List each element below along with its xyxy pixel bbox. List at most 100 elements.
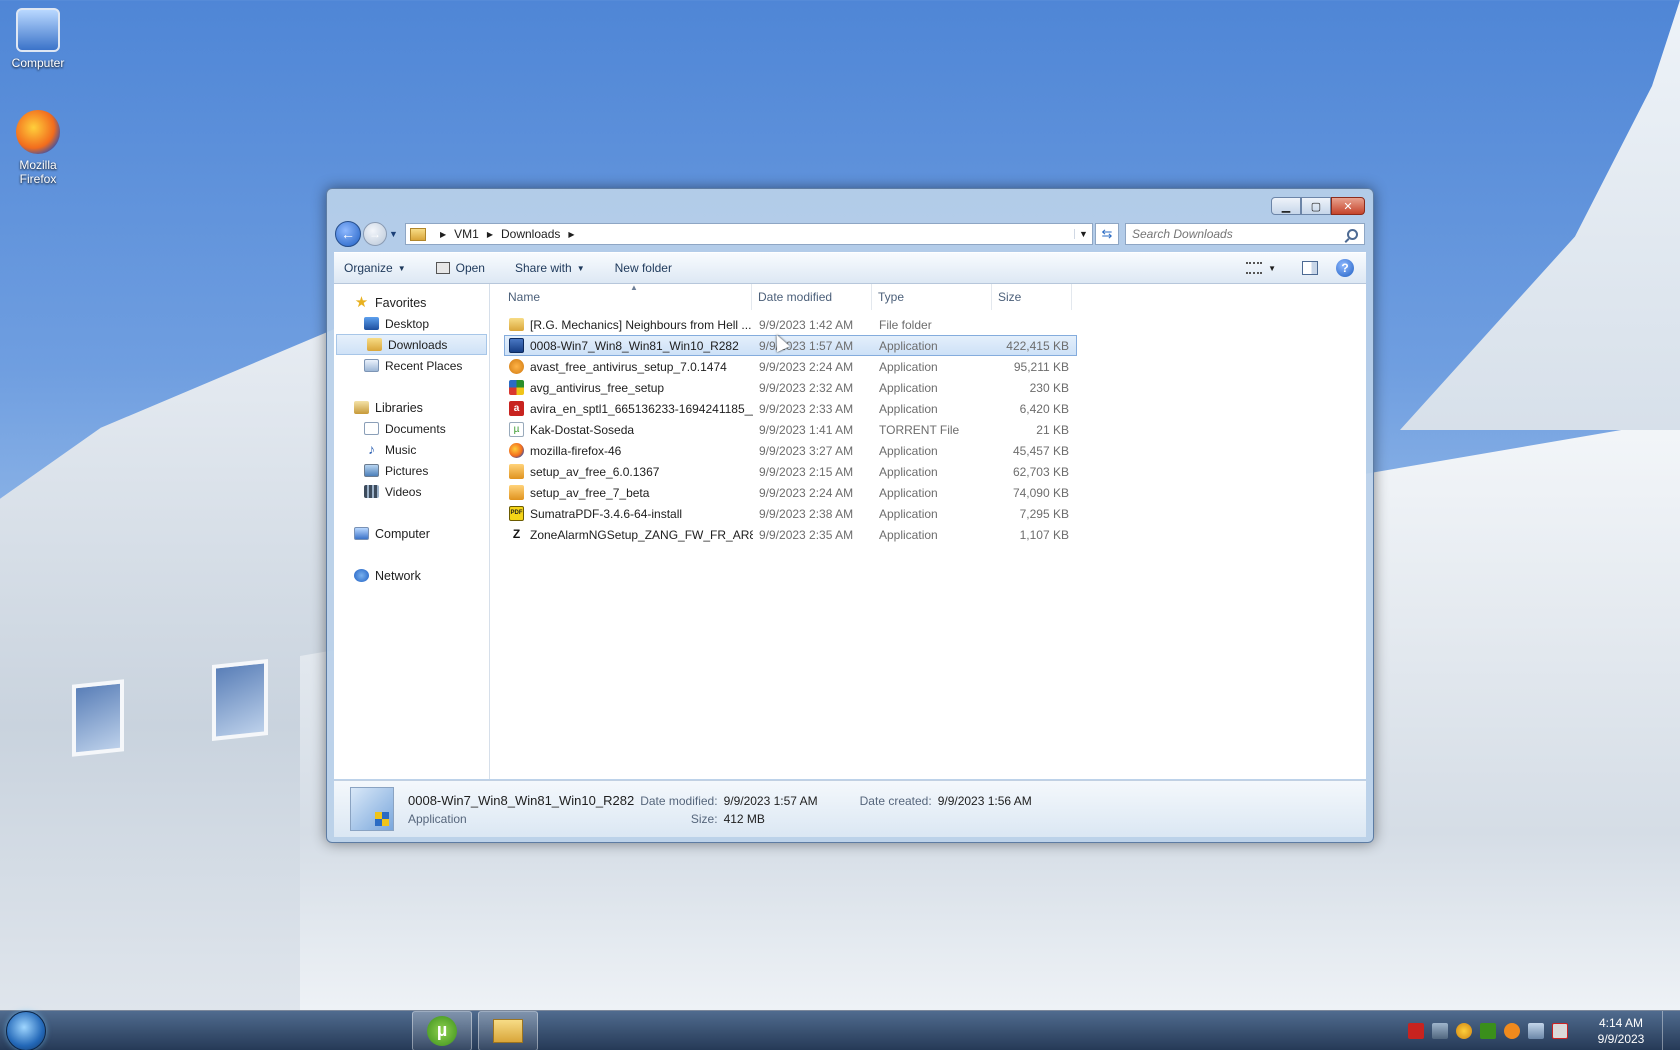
nav-documents[interactable]: Documents (334, 418, 489, 439)
file-row[interactable]: PDF SumatraPDF-3.4.6-64-install 9/9/2023 … (504, 503, 1077, 524)
folder-icon (509, 318, 524, 331)
file-row[interactable]: a avira_en_sptl1_665136233-1694241185__a.… (504, 398, 1077, 419)
file-name: setup_av_free_7_beta (530, 485, 650, 500)
avira-tray-icon[interactable] (1408, 1022, 1424, 1039)
file-row[interactable]: setup_av_free_7_beta 9/9/2023 2:24 AM Ap… (504, 482, 1077, 503)
wallpaper-window (72, 679, 124, 757)
minimize-button[interactable]: ▁ (1271, 197, 1301, 215)
zonealarm-icon: Z (509, 527, 524, 542)
open-button[interactable]: Open (435, 261, 485, 275)
nav-network[interactable]: Network (334, 565, 489, 586)
clock-time: 4:14 AM (1598, 1015, 1644, 1030)
nav-videos[interactable]: Videos (334, 481, 489, 502)
file-date: 9/9/2023 2:38 AM (759, 506, 854, 521)
view-options-dropdown[interactable]: ▼ (1268, 264, 1276, 273)
start-button[interactable] (6, 1010, 46, 1050)
setup-icon (509, 464, 524, 479)
desktop-icon-firefox[interactable]: Mozilla Firefox (2, 110, 74, 186)
file-row[interactable]: avast_free_antivirus_setup_7.0.1474 9/9/… (504, 356, 1077, 377)
file-row-selected[interactable]: 0008-Win7_Win8_Win81_Win10_R282 9/9/2023… (504, 335, 1077, 356)
search-tray-icon[interactable] (1456, 1022, 1472, 1039)
content-area: ★ Favorites Desktop Downloads Recent Plac… (334, 283, 1366, 779)
forward-button[interactable]: → (363, 222, 387, 246)
avast-tray-icon[interactable] (1504, 1022, 1520, 1039)
torrent-icon: µ (509, 422, 524, 437)
file-size: 422,415 KB (1006, 338, 1069, 353)
file-size: 62,703 KB (1012, 464, 1069, 479)
file-list: ▲ Name Date modified Type Size [R.G. Mec… (490, 283, 1366, 779)
file-type: Application (879, 464, 938, 479)
nav-music[interactable]: ♪ Music (334, 439, 489, 460)
column-header-size[interactable]: Size (992, 284, 1072, 310)
file-name: setup_av_free_6.0.1367 (530, 464, 660, 479)
preview-pane-icon[interactable] (1302, 261, 1318, 275)
new-folder-button[interactable]: New folder (615, 261, 672, 275)
sort-indicator-icon: ▲ (630, 283, 638, 292)
network-tray-icon[interactable] (1432, 1022, 1448, 1039)
taskbar-explorer[interactable] (478, 1010, 538, 1050)
file-type: Application (879, 401, 938, 416)
file-date: 9/9/2023 2:35 AM (759, 527, 854, 542)
file-date: 9/9/2023 1:42 AM (759, 317, 854, 332)
installer-icon (350, 787, 394, 831)
nav-desktop[interactable]: Desktop (334, 313, 489, 334)
address-bar[interactable]: ▶ VM1 ▶ Downloads ▶ ▼ (405, 223, 1093, 245)
close-button[interactable]: ✕ (1331, 197, 1365, 215)
breadcrumb-downloads[interactable]: Downloads ▶ (501, 227, 575, 241)
nav-downloads[interactable]: Downloads (336, 334, 487, 355)
share-with-button[interactable]: Share with ▼ (515, 261, 585, 275)
nav-favorites[interactable]: ★ Favorites (334, 292, 489, 313)
file-row[interactable]: Z ZoneAlarmNGSetup_ZANG_FW_FR_AR8Z... 9/9… (504, 524, 1077, 545)
desktop-icon-label: Mozilla Firefox (19, 158, 57, 186)
desktop-icon-computer[interactable]: Computer (2, 8, 74, 70)
nav-recent-places[interactable]: Recent Places (334, 355, 489, 376)
file-row[interactable]: [R.G. Mechanics] Neighbours from Hell ..… (504, 314, 1077, 335)
column-header-date-modified[interactable]: Date modified (752, 284, 872, 310)
recent-pages-dropdown[interactable]: ▼ (389, 229, 401, 239)
file-rows: [R.G. Mechanics] Neighbours from Hell ..… (490, 310, 1366, 545)
nav-pictures[interactable]: Pictures (334, 460, 489, 481)
file-date: 9/9/2023 2:33 AM (759, 401, 854, 416)
taskbar-utorrent[interactable]: µ (412, 1010, 472, 1050)
installer-icon (509, 338, 524, 353)
avast-icon (509, 359, 524, 374)
column-header-type[interactable]: Type (872, 284, 992, 310)
file-size: 74,090 KB (1012, 485, 1069, 500)
volume-muted-icon[interactable] (1552, 1022, 1568, 1039)
file-name: ZoneAlarmNGSetup_ZANG_FW_FR_AR8Z... (530, 527, 753, 542)
search-icon[interactable] (1347, 228, 1358, 240)
nav-libraries[interactable]: Libraries (334, 397, 489, 418)
display-tray-icon[interactable] (1528, 1022, 1544, 1039)
details-pane: 0008-Win7_Win8_Win81_Win10_R282 Date mod… (334, 780, 1366, 837)
address-dropdown[interactable]: ▼ (1074, 229, 1092, 239)
refresh-button[interactable]: ⇆ (1095, 223, 1119, 245)
utorrent-tray-icon[interactable] (1480, 1022, 1496, 1039)
search-input[interactable] (1132, 227, 1347, 241)
change-view-icon[interactable] (1246, 262, 1263, 274)
file-row[interactable]: µ Kak-Dostat-Soseda 9/9/2023 1:41 AM TORR… (504, 419, 1077, 440)
clock[interactable]: 4:14 AM 9/9/2023 (1586, 1015, 1656, 1047)
file-size: 45,457 KB (1012, 443, 1069, 458)
breadcrumb-vm1[interactable]: VM1 ▶ (454, 227, 493, 241)
details-size: 412 MB (723, 811, 765, 826)
recent-places-icon (364, 359, 379, 372)
back-button[interactable]: ← (335, 221, 361, 247)
breadcrumb-root-arrow[interactable]: ▶ (432, 230, 446, 239)
column-header-name[interactable]: Name (490, 284, 752, 310)
file-row[interactable]: mozilla-firefox-46 9/9/2023 3:27 AM Appl… (504, 440, 1077, 461)
file-size: 1,107 KB (1019, 527, 1069, 542)
file-row[interactable]: avg_antivirus_free_setup 9/9/2023 2:32 A… (504, 377, 1077, 398)
maximize-button[interactable]: ▢ (1301, 197, 1331, 215)
show-desktop-button[interactable] (1662, 1010, 1674, 1050)
close-icon: ✕ (1343, 200, 1353, 213)
file-row[interactable]: setup_av_free_6.0.1367 9/9/2023 2:15 AM … (504, 461, 1077, 482)
search-box[interactable] (1125, 223, 1365, 245)
pictures-icon (364, 464, 379, 477)
open-icon (435, 262, 450, 274)
file-date: 9/9/2023 2:15 AM (759, 464, 854, 479)
help-icon[interactable]: ? (1336, 259, 1354, 277)
file-size: 95,211 KB (1013, 359, 1069, 374)
organize-button[interactable]: Organize ▼ (344, 261, 406, 275)
nav-computer[interactable]: Computer (334, 523, 489, 544)
chevron-down-icon: ▼ (576, 263, 585, 273)
